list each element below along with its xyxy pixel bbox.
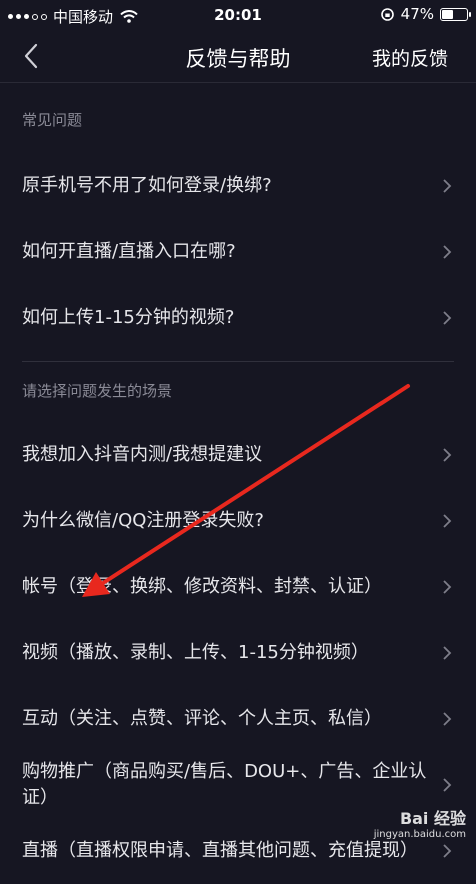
list-item-label: 视频（播放、录制、上传、1-15分钟视频） bbox=[22, 642, 369, 663]
section-header-faq: 常见问题 bbox=[22, 111, 83, 129]
chevron-right-icon bbox=[443, 646, 452, 660]
rotation-lock-icon bbox=[380, 7, 394, 21]
status-bar: 中国移动 20:01 47% bbox=[0, 0, 476, 30]
scenario-item-beta[interactable]: 我想加入抖音内测/我想提建议 bbox=[0, 422, 476, 488]
status-right: 47% bbox=[380, 5, 471, 23]
scenario-item-account[interactable]: 帐号（登录、换绑、修改资料、封禁、认证） bbox=[0, 554, 476, 620]
chevron-right-icon bbox=[443, 448, 452, 462]
watermark-main: Bai 经验 bbox=[399, 809, 466, 828]
watermark-sub: jingyan.baidu.com bbox=[373, 829, 466, 840]
list-item-label: 帐号（登录、换绑、修改资料、封禁、认证） bbox=[22, 576, 382, 597]
faq-item-upload-video[interactable]: 如何上传1-15分钟的视频? bbox=[0, 285, 476, 351]
list-item-label: 如何开直播/直播入口在哪? bbox=[22, 241, 236, 262]
scenario-item-video[interactable]: 视频（播放、录制、上传、1-15分钟视频） bbox=[0, 620, 476, 686]
scenario-item-interaction[interactable]: 互动（关注、点赞、评论、个人主页、私信） bbox=[0, 686, 476, 752]
list-item-label: 如何上传1-15分钟的视频? bbox=[22, 307, 235, 328]
battery-icon bbox=[440, 7, 471, 21]
list-item-label: 为什么微信/QQ注册登录失败? bbox=[22, 510, 264, 531]
help-content: 常见问题 原手机号不用了如何登录/换绑? 如何开直播/直播入口在哪? 如何上传1… bbox=[0, 83, 476, 884]
chevron-right-icon bbox=[443, 778, 452, 792]
chevron-right-icon bbox=[443, 245, 452, 259]
chevron-right-icon bbox=[443, 179, 452, 193]
chevron-right-icon bbox=[443, 844, 452, 858]
battery-percent: 47% bbox=[400, 5, 434, 23]
chevron-right-icon bbox=[443, 580, 452, 594]
list-item-label: 我想加入抖音内测/我想提建议 bbox=[22, 444, 263, 465]
chevron-right-icon bbox=[443, 311, 452, 325]
list-item-label: 原手机号不用了如何登录/换绑? bbox=[22, 175, 272, 196]
faq-item-change-phone[interactable]: 原手机号不用了如何登录/换绑? bbox=[0, 153, 476, 219]
scenario-item-wechat-qq-login[interactable]: 为什么微信/QQ注册登录失败? bbox=[0, 488, 476, 554]
baidu-jingyan-watermark: Bai 经验 jingyan.baidu.com bbox=[374, 805, 466, 840]
list-item-label: 购物推广（商品购买/售后、DOU+、广告、企业认证） bbox=[22, 761, 427, 808]
navigation-bar: 反馈与帮助 我的反馈 bbox=[0, 30, 476, 82]
list-item-label: 互动（关注、点赞、评论、个人主页、私信） bbox=[22, 708, 382, 729]
chevron-right-icon bbox=[443, 712, 452, 726]
section-header-scenarios: 请选择问题发生的场景 bbox=[22, 382, 173, 400]
section-faq: 常见问题 原手机号不用了如何登录/换绑? 如何开直播/直播入口在哪? 如何上传1… bbox=[0, 83, 476, 362]
chevron-right-icon bbox=[443, 514, 452, 528]
list-item-label: 直播（直播权限申请、直播其他问题、充值提现） bbox=[22, 840, 418, 861]
my-feedback-button[interactable]: 我的反馈 bbox=[372, 44, 448, 71]
faq-item-live-entry[interactable]: 如何开直播/直播入口在哪? bbox=[0, 219, 476, 285]
